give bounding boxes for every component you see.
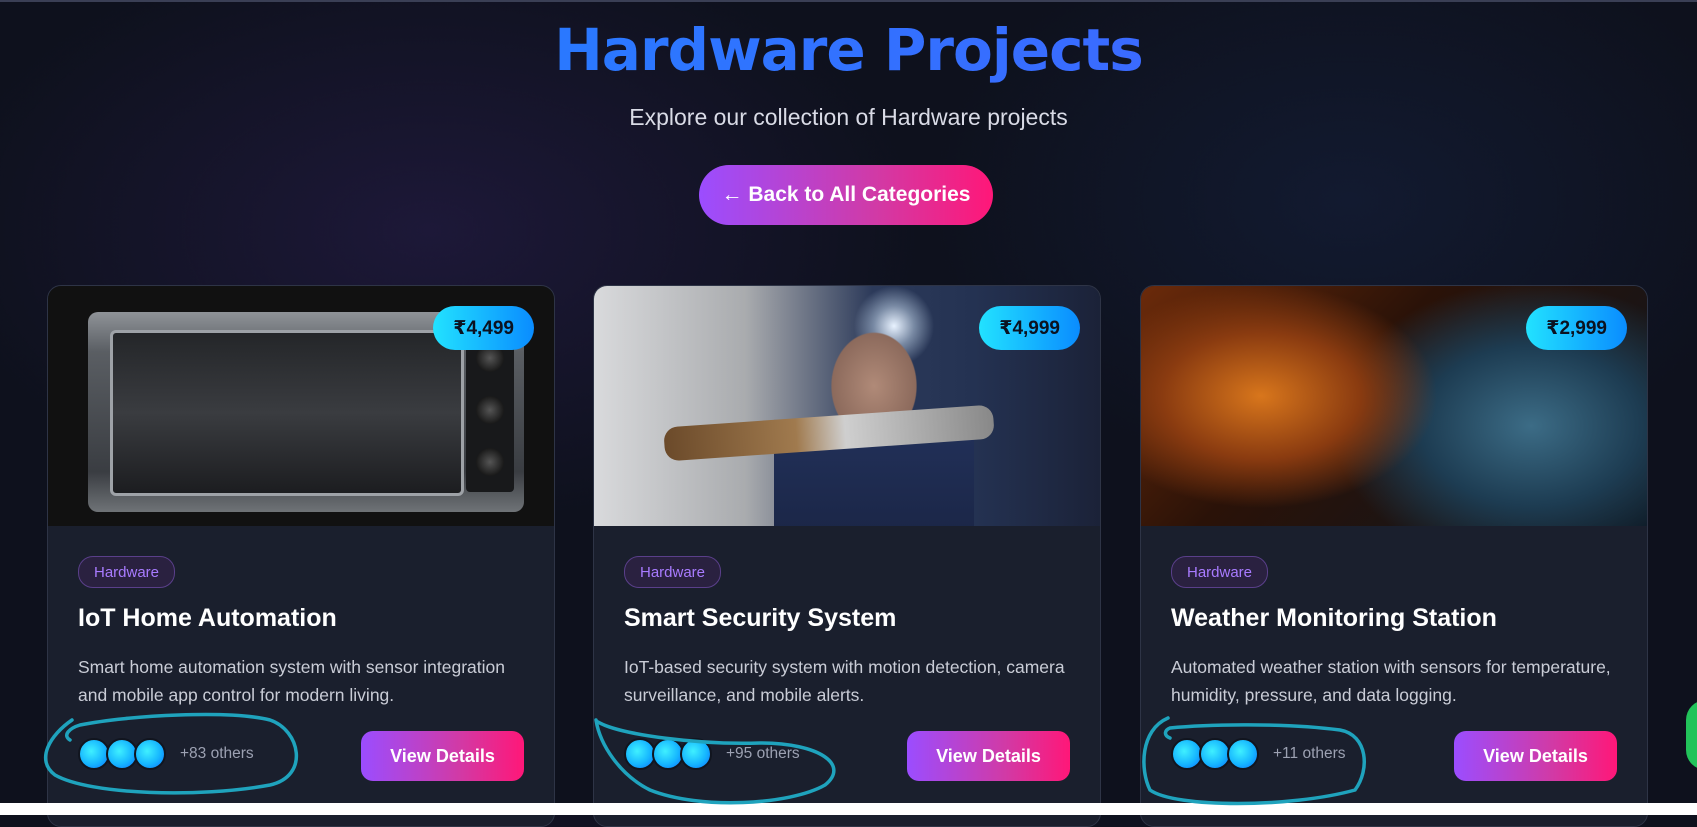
page-title: Hardware Projects xyxy=(0,12,1697,88)
others-count: +83 others xyxy=(180,745,254,762)
avatar xyxy=(134,738,166,770)
project-card[interactable]: ₹4,499 Hardware IoT Home Automation Smar… xyxy=(47,285,555,827)
others-count: +11 others xyxy=(1273,745,1346,762)
card-title: Weather Monitoring Station xyxy=(1171,604,1497,632)
category-tag: Hardware xyxy=(624,556,722,588)
card-description: IoT-based security system with motion de… xyxy=(624,657,1065,705)
avatar xyxy=(680,738,712,770)
card-title: IoT Home Automation xyxy=(78,604,337,632)
price-badge: ₹4,999 xyxy=(979,306,1080,350)
bottom-edge xyxy=(0,803,1697,815)
others-count: +95 others xyxy=(726,745,800,762)
view-details-button[interactable]: View Details xyxy=(907,731,1070,781)
page-subtitle: Explore our collection of Hardware proje… xyxy=(629,104,1068,130)
top-border xyxy=(0,0,1697,2)
chat-widget-button[interactable] xyxy=(1686,700,1697,770)
view-details-button[interactable]: View Details xyxy=(1454,731,1617,781)
price-badge: ₹2,999 xyxy=(1526,306,1627,350)
card-title: Smart Security System xyxy=(624,604,897,632)
back-to-categories-button[interactable]: ← Back to All Categories xyxy=(699,165,993,225)
view-details-button[interactable]: View Details xyxy=(361,731,524,781)
price-badge: ₹4,499 xyxy=(433,306,534,350)
participant-avatars: +11 others xyxy=(1171,738,1346,770)
participant-avatars: +83 others xyxy=(78,738,254,770)
project-card[interactable]: ₹2,999 Hardware Weather Monitoring Stati… xyxy=(1140,285,1648,827)
project-card[interactable]: ₹4,999 Hardware Smart Security System Io… xyxy=(593,285,1101,827)
card-description: Automated weather station with sensors f… xyxy=(1171,657,1611,705)
card-description: Smart home automation system with sensor… xyxy=(78,657,505,705)
avatar xyxy=(1227,738,1259,770)
category-tag: Hardware xyxy=(78,556,176,588)
participant-avatars: +95 others xyxy=(624,738,800,770)
category-tag: Hardware xyxy=(1171,556,1269,588)
